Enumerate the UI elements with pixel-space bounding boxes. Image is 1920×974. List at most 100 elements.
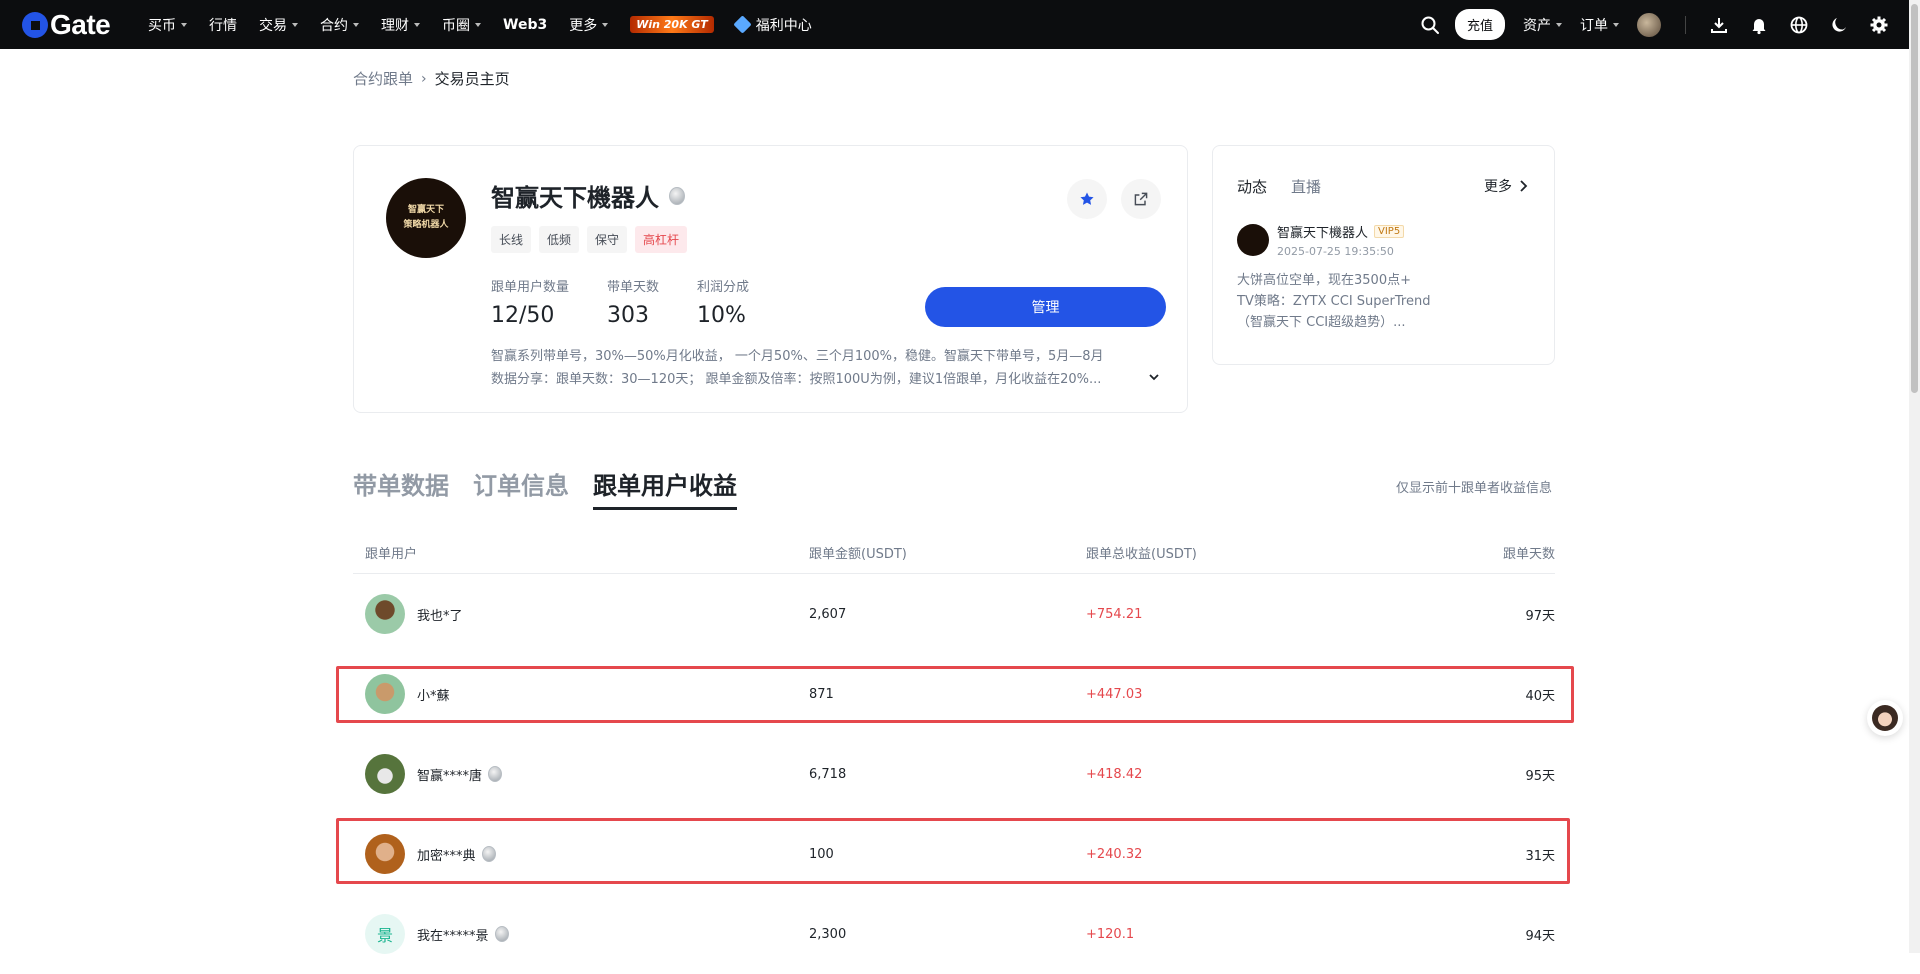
nav-item-markets[interactable]: 行情 xyxy=(209,15,237,35)
chevron-down-icon xyxy=(1556,23,1562,27)
amount-cell: 2,300 xyxy=(809,926,847,942)
silver-medal-icon xyxy=(669,186,685,205)
search-icon[interactable] xyxy=(1419,14,1441,36)
pnl-cell: +418.42 xyxy=(1086,766,1143,782)
support-agent-icon xyxy=(1872,705,1898,731)
promo-banner[interactable]: Win 20K GT xyxy=(630,16,714,33)
gear-icon[interactable] xyxy=(1868,14,1890,36)
table-header: 跟单用户 跟单金额(USDT) 跟单总收益(USDT) 跟单天数 xyxy=(353,543,1555,574)
nav-assets[interactable]: 资产 xyxy=(1523,15,1562,35)
top-navbar: Gate 买币 行情 交易 合约 理财 币圈 Web3 更多 Win 20K G… xyxy=(0,0,1920,49)
nav-right: 充值 资产 订单 xyxy=(1419,0,1890,49)
logo-text: Gate xyxy=(50,8,111,40)
nav-item-community[interactable]: 币圈 xyxy=(442,15,481,35)
highlight-box-row-4 xyxy=(336,818,1570,884)
trader-avatar: 智赢天下 策略机器人 xyxy=(386,178,466,258)
nav-item-buy-crypto[interactable]: 买币 xyxy=(148,15,187,35)
table-row: 我也*了 2,607 +754.21 97天 xyxy=(353,574,1555,654)
manage-button[interactable]: 管理 xyxy=(925,287,1166,327)
avatar xyxy=(365,594,405,634)
col-header-days: 跟单天数 xyxy=(1502,547,1555,562)
nav-divider xyxy=(1685,15,1686,34)
chevron-right-icon: › xyxy=(421,70,427,87)
chevron-down-icon xyxy=(353,23,359,27)
user-avatar[interactable] xyxy=(1637,12,1661,37)
pnl-cell: +120.1 xyxy=(1086,926,1135,942)
feed-author-name: 智赢天下機器人 VIP5 xyxy=(1277,222,1405,241)
silver-medal-icon xyxy=(488,766,503,782)
user-cell: 我也*了 xyxy=(353,574,463,654)
chevron-down-icon xyxy=(1613,23,1619,27)
trader-description: 智赢系列带单号，30%—50%月化收益， 一个月50%、三个月100%，稳健。智… xyxy=(491,349,1104,387)
nav-orders[interactable]: 订单 xyxy=(1580,15,1619,35)
deposit-button[interactable]: 充值 xyxy=(1454,9,1505,40)
follower-table-body: 我也*了 2,607 +754.21 97天 小*蘇 871 +447.03 4… xyxy=(353,574,1555,974)
tag-high-leverage: 高杠杆 xyxy=(635,226,688,253)
download-icon[interactable] xyxy=(1708,14,1730,36)
breadcrumb-current: 交易员主页 xyxy=(434,70,510,88)
tag-conservative: 保守 xyxy=(587,226,628,253)
section-tabs: 带单数据 订单信息 跟单用户收益 xyxy=(353,466,761,510)
gate-logo-icon xyxy=(22,11,48,38)
chevron-down-icon[interactable] xyxy=(1148,371,1160,383)
avatar: 景 xyxy=(365,914,405,954)
activity-feed-card: 动态 直播 更多 智赢天下機器人 VIP5 2025-07-25 19:35:50… xyxy=(1212,145,1555,365)
chevron-down-icon xyxy=(414,23,420,27)
tab-order-info[interactable]: 订单信息 xyxy=(473,466,569,510)
table-row: 景我在*****景 2,300 +120.1 94天 xyxy=(353,894,1555,974)
feed-post-time: 2025-07-25 19:35:50 xyxy=(1277,245,1394,258)
highlight-box-row-2 xyxy=(336,666,1574,723)
tag-long-term: 长线 xyxy=(491,226,532,253)
bell-icon[interactable] xyxy=(1748,14,1770,36)
tab-live[interactable]: 直播 xyxy=(1291,176,1321,197)
nav-item-earn[interactable]: 理财 xyxy=(381,15,420,35)
share-button[interactable] xyxy=(1121,179,1161,219)
trader-profile-card: 智赢天下 策略机器人 智赢天下機器人 长线 低频 保守 高杠杆 跟单用户数量 1… xyxy=(353,145,1188,413)
gift-cube-icon xyxy=(733,15,752,34)
globe-icon[interactable] xyxy=(1788,14,1810,36)
table-row: 智赢****唐 6,718 +418.42 95天 xyxy=(353,734,1555,814)
chevron-down-icon xyxy=(181,23,187,27)
vip-badge: VIP5 xyxy=(1374,225,1405,238)
chevron-down-icon xyxy=(475,23,481,27)
favorite-button[interactable] xyxy=(1067,179,1107,219)
chevron-right-icon xyxy=(1520,180,1528,192)
feed-tabs: 动态 直播 xyxy=(1237,176,1345,197)
feed-author-meta: 智赢天下機器人 VIP5 2025-07-25 19:35:50 xyxy=(1277,222,1405,258)
stat-days-leading: 带单天数 303 xyxy=(607,280,660,328)
amount-cell: 2,607 xyxy=(809,606,847,622)
scrollbar-thumb[interactable] xyxy=(1911,4,1918,393)
pnl-cell: +754.21 xyxy=(1086,606,1143,622)
days-cell: 95天 xyxy=(1525,768,1555,784)
silver-medal-icon xyxy=(494,926,509,942)
nav-item-futures[interactable]: 合约 xyxy=(320,15,359,35)
tag-low-frequency: 低频 xyxy=(539,226,580,253)
nav-item-trade[interactable]: 交易 xyxy=(259,15,298,35)
feed-post-body[interactable]: 大饼高位空单，现在3500点+ TV策略：ZYTX CCI SuperTrend… xyxy=(1237,270,1537,333)
nav-item-more[interactable]: 更多 xyxy=(569,15,609,35)
top10-note: 仅显示前十跟单者收益信息 xyxy=(1395,481,1552,496)
tab-follower-earnings[interactable]: 跟单用户收益 xyxy=(593,466,737,510)
share-icon xyxy=(1134,192,1148,206)
nav-item-welfare-center[interactable]: 福利中心 xyxy=(733,15,812,35)
star-icon xyxy=(1080,192,1094,205)
nav-item-web3[interactable]: Web3 xyxy=(503,17,547,33)
tab-lead-data[interactable]: 带单数据 xyxy=(353,466,449,510)
gate-logo[interactable]: Gate xyxy=(22,8,111,40)
col-header-amount: 跟单金额(USDT) xyxy=(809,547,907,562)
chevron-down-icon xyxy=(602,23,609,27)
tab-activity[interactable]: 动态 xyxy=(1237,176,1267,197)
feed-author-avatar xyxy=(1237,224,1269,256)
moon-icon[interactable] xyxy=(1828,14,1850,36)
main-nav: 买币 行情 交易 合约 理财 币圈 Web3 更多 Win 20K GT 福利中… xyxy=(148,0,834,49)
user-cell: 智赢****唐 xyxy=(353,734,503,814)
chevron-down-icon xyxy=(292,23,298,27)
days-cell: 94天 xyxy=(1525,928,1555,944)
trader-stats: 跟单用户数量 12/50 带单天数 303 利润分成 10% xyxy=(491,276,787,328)
feed-post-author[interactable]: 智赢天下機器人 VIP5 2025-07-25 19:35:50 xyxy=(1237,222,1405,258)
breadcrumb: 合约跟单 › 交易员主页 xyxy=(353,68,510,89)
user-cell: 景我在*****景 xyxy=(353,894,509,974)
feed-more-link[interactable]: 更多 xyxy=(1484,176,1530,196)
breadcrumb-parent-link[interactable]: 合约跟单 xyxy=(353,68,413,89)
customer-support-button[interactable] xyxy=(1867,700,1903,736)
